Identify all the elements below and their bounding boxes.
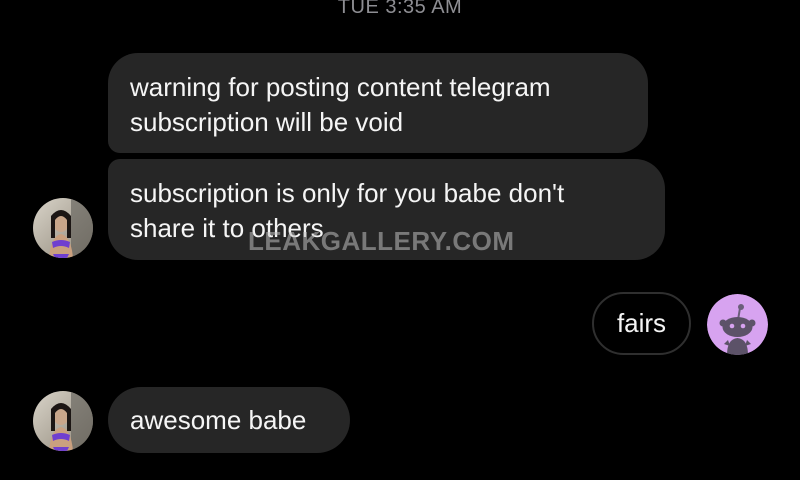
contact-avatar[interactable]: [33, 391, 93, 451]
profile-photo-icon: [33, 391, 93, 451]
message-bubble-received[interactable]: awesome babe: [108, 387, 350, 453]
message-text-line: fairs: [616, 308, 667, 338]
message-bubble-sent[interactable]: fairs: [592, 292, 691, 355]
my-avatar[interactable]: [707, 294, 768, 355]
message-text-line: subscription is only for you babe don't: [130, 178, 565, 208]
watermark: LEAKGALLERY.COM: [248, 226, 515, 256]
reddit-snoo-avatar-icon: [707, 294, 768, 355]
message-timestamp: TUE 3:35 AM: [337, 0, 463, 18]
message-text-line: awesome babe: [130, 405, 307, 435]
chat-screen: TUE 3:35 AM warning for posting content …: [0, 0, 800, 480]
message-text-line: subscription will be void: [130, 107, 404, 137]
profile-photo-icon: [33, 198, 93, 258]
message-bubble-received[interactable]: warning for posting content telegram sub…: [108, 53, 648, 153]
contact-avatar[interactable]: [33, 198, 93, 258]
message-text-line: warning for posting content telegram: [130, 72, 551, 102]
